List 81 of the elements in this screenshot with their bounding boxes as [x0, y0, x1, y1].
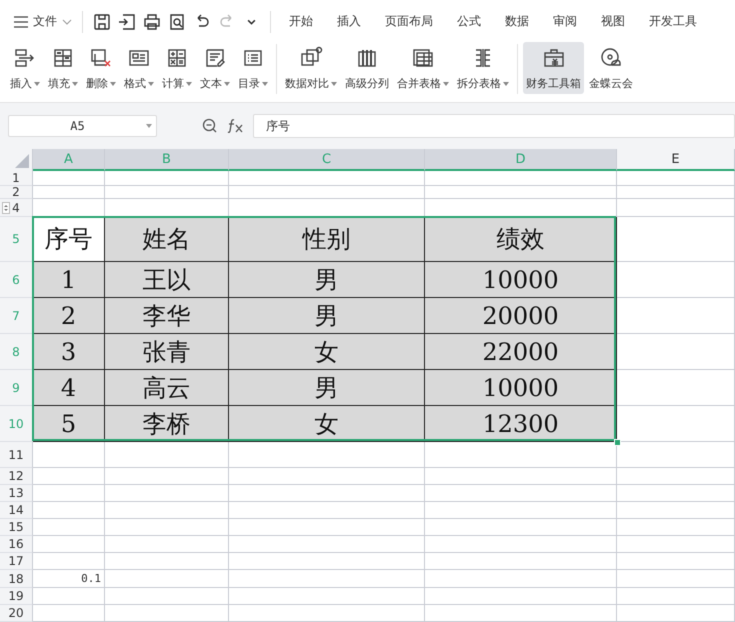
row-header[interactable]: 12: [0, 468, 33, 485]
table-cell: 女: [229, 406, 425, 442]
row-header[interactable]: 17: [0, 553, 33, 570]
table-cell: 李华: [105, 298, 229, 334]
ribbon-button[interactable]: 数据对比: [282, 42, 340, 94]
table-cell: 张青: [105, 334, 229, 370]
dropdown-caret-icon: [503, 82, 509, 86]
row-header[interactable]: 15: [0, 519, 33, 536]
table-cell: 5: [33, 406, 105, 442]
menu-tab[interactable]: 数据: [493, 13, 541, 30]
dropdown-caret-icon: [110, 82, 116, 86]
ribbon-button[interactable]: 删除: [83, 42, 119, 94]
table-cell: 绩效: [425, 217, 617, 262]
row-header[interactable]: 14: [0, 502, 33, 519]
table-cell: 男: [229, 370, 425, 406]
row-header[interactable]: 20: [0, 605, 33, 622]
table-cell: 2: [33, 298, 105, 334]
table-cell: 序号: [33, 217, 105, 262]
table-cell: 12300: [425, 406, 617, 442]
dropdown-caret-icon: [262, 82, 268, 86]
table-cell: 4: [33, 370, 105, 406]
table-cell: 3: [33, 334, 105, 370]
menu-icon: [14, 16, 28, 28]
row-header[interactable]: 4: [0, 199, 33, 217]
table-cell: 性别: [229, 217, 425, 262]
ribbon-button[interactable]: 计算: [159, 42, 195, 94]
row-header[interactable]: 13: [0, 485, 33, 502]
caret-icon: [247, 18, 256, 24]
table-cell: 姓名: [105, 217, 229, 262]
ribbon-button[interactable]: 拆分表格: [454, 42, 512, 94]
ribbon-button[interactable]: 插入: [7, 42, 43, 94]
row-header[interactable]: 1: [0, 171, 33, 186]
menu-tab[interactable]: 视图: [589, 13, 637, 30]
name-box[interactable]: A5: [8, 115, 157, 137]
zoom-icon[interactable]: [202, 118, 218, 134]
ribbon-button[interactable]: 格式: [121, 42, 157, 94]
function-icon[interactable]: [227, 118, 245, 134]
table-cell: 10000: [425, 262, 617, 298]
dropdown-caret-icon: [224, 82, 230, 86]
dropdown-caret-icon: [331, 82, 337, 86]
table-cell: 李桥: [105, 406, 229, 442]
dropdown-caret-icon: [443, 82, 449, 86]
ribbon-button[interactable]: 填充: [45, 42, 81, 94]
chevron-icon: [62, 18, 72, 24]
menu-tab[interactable]: 开发工具: [637, 13, 709, 30]
row-header[interactable]: 18: [0, 570, 33, 588]
table-cell: 0.1: [33, 570, 105, 588]
dropdown-caret-icon: [148, 82, 154, 86]
fill-handle[interactable]: [614, 439, 621, 446]
dropdown-caret-icon[interactable]: [146, 124, 152, 128]
row-header[interactable]: 19: [0, 588, 33, 605]
table-cell: 10000: [425, 370, 617, 406]
ribbon-button[interactable]: 合并表格: [394, 42, 452, 94]
table-cell: 男: [229, 298, 425, 334]
menu-tab[interactable]: 插入: [325, 13, 373, 30]
table-cell: 1: [33, 262, 105, 298]
formula-field[interactable]: 序号: [253, 114, 735, 138]
ribbon-button[interactable]: 金蝶云会: [586, 42, 636, 94]
row-header[interactable]: 11: [0, 442, 33, 468]
row-header[interactable]: 16: [0, 536, 33, 553]
table-cell: 20000: [425, 298, 617, 334]
ribbon-button[interactable]: 目录: [235, 42, 271, 94]
dropdown-caret-icon: [72, 82, 78, 86]
table-cell: 王以: [105, 262, 229, 298]
column-header[interactable]: E: [617, 149, 735, 171]
ribbon-button[interactable]: 财务工具箱: [523, 42, 584, 94]
table-cell: 高云: [105, 370, 229, 406]
table-cell: 22000: [425, 334, 617, 370]
ribbon-button[interactable]: 高级分列: [342, 42, 392, 94]
table-cell: 女: [229, 334, 425, 370]
dropdown-caret-icon: [34, 82, 40, 86]
expand-rows-icon[interactable]: [2, 202, 10, 214]
dropdown-caret-icon: [186, 82, 192, 86]
row-header[interactable]: 2: [0, 186, 33, 199]
table-cell: 男: [229, 262, 425, 298]
menu-tab[interactable]: 开始: [277, 13, 325, 30]
ribbon-button[interactable]: 文本: [197, 42, 233, 94]
file-menu[interactable]: 文件: [10, 13, 76, 30]
menu-tab[interactable]: 公式: [445, 13, 493, 30]
menu-tab[interactable]: 页面布局: [373, 13, 445, 30]
menu-tab[interactable]: 审阅: [541, 13, 589, 30]
